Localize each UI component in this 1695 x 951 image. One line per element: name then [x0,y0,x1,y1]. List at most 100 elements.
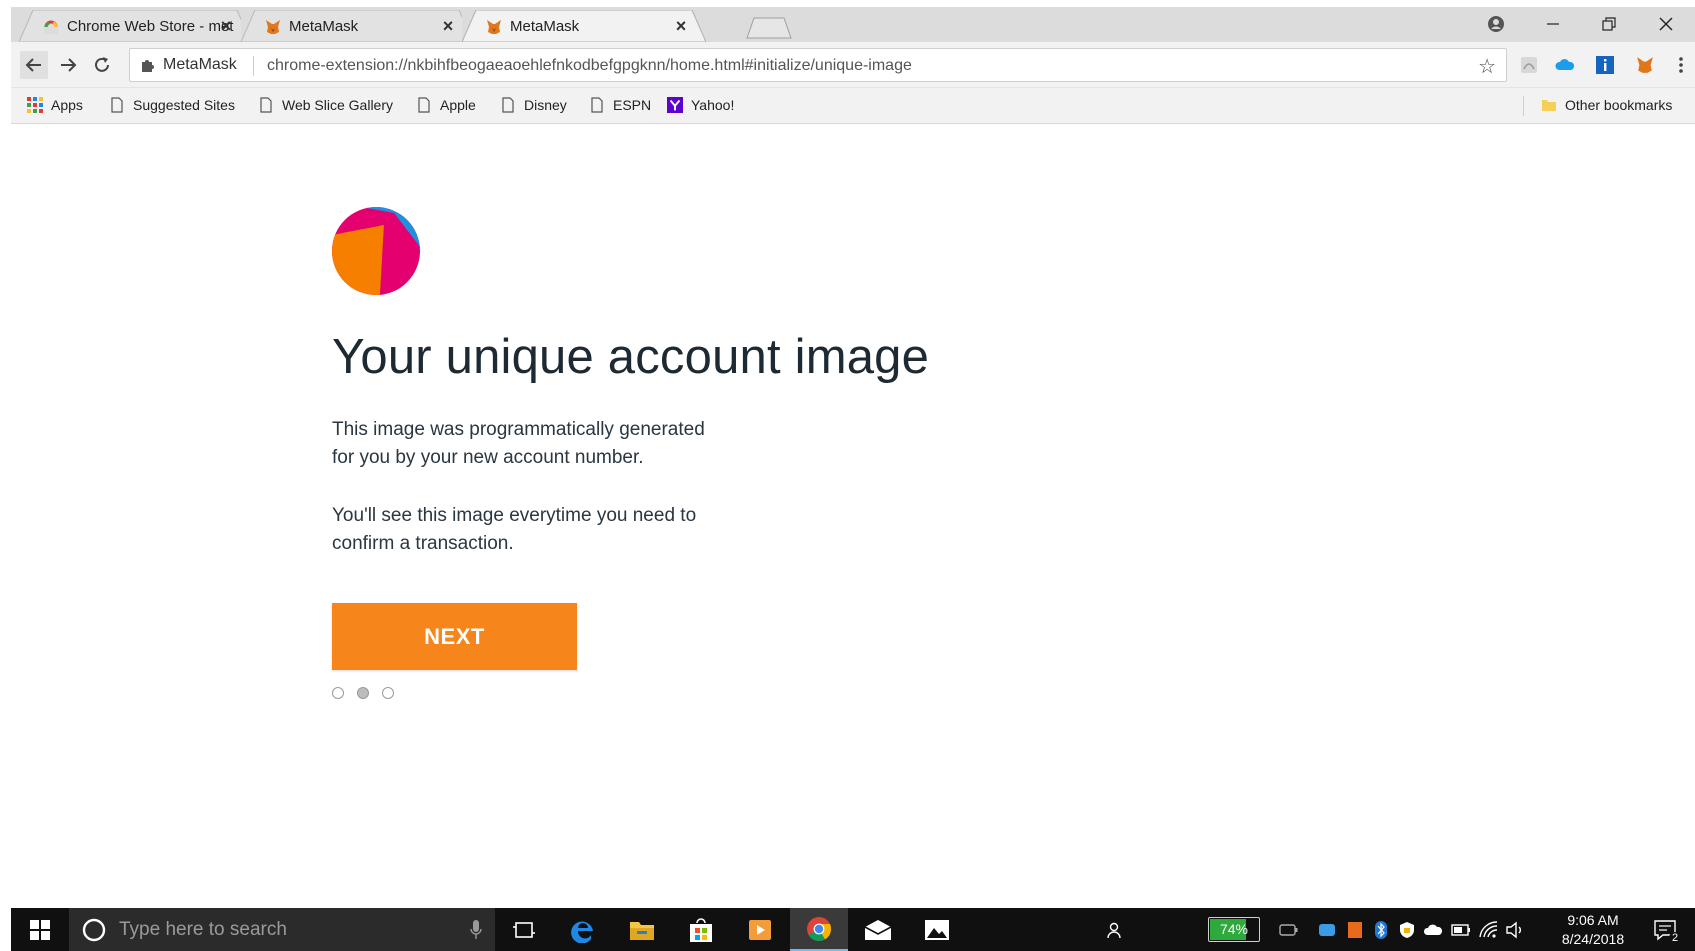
metamask-page: Your unique account image This image was… [11,125,1695,908]
metamask-extension-icon[interactable] [1635,55,1655,75]
extension-puzzle-icon [140,57,156,78]
description-line: confirm a transaction. [332,533,514,554]
acrobat-extension-icon[interactable] [1519,55,1539,75]
bookmarks-divider [1523,96,1524,116]
tab-close-icon[interactable]: × [217,16,235,37]
apps-grid-icon [27,97,43,113]
metamask-fox-icon [486,19,502,35]
bookmark-label: Apple [440,97,476,113]
restore-icon[interactable] [1594,11,1624,37]
bookmark-label: Disney [524,97,567,113]
bluetooth-icon[interactable] [1371,920,1391,940]
bookmark-star-icon[interactable]: ☆ [1478,54,1496,79]
chrome-menu-icon[interactable] [1671,55,1691,75]
back-arrow-icon[interactable] [20,51,48,79]
cortana-circle-icon [81,917,107,948]
step-dot-2-current[interactable] [357,687,369,699]
tab-title: Chrome Web Store - met [67,18,234,35]
clock-date: 8/24/2018 [1561,931,1625,947]
power-plug-icon[interactable] [1279,920,1299,940]
browser-toolbar: MetaMask chrome-extension://nkbihfbeogae… [11,42,1695,88]
bookmark-label: Apps [51,97,83,113]
chrome-taskbar-icon[interactable] [790,908,848,951]
cloud-extension-icon[interactable] [1555,55,1575,75]
page-icon [589,97,605,113]
description-paragraph-1: This image was programmatically generate… [332,416,772,472]
microsoft-store-icon[interactable] [672,908,730,951]
step-dot-3[interactable] [382,687,394,699]
bookmark-disney[interactable]: Disney [500,97,567,113]
browser-window: Chrome Web Store - met × MetaMask × Meta… [11,7,1695,908]
omnibox-site-label: MetaMask [163,56,237,73]
description-paragraph-2: You'll see this image everytime you need… [332,502,772,558]
description-line: This image was programmatically generate… [332,419,705,440]
bookmark-label: Suggested Sites [133,97,235,113]
profile-icon[interactable] [1481,11,1511,37]
forward-arrow-icon[interactable] [54,51,82,79]
windows-taskbar: Type here to search 74% 9:06 AM 8/24/201… [11,908,1695,951]
battery-indicator[interactable]: 74% [1208,917,1260,942]
microphone-icon[interactable] [469,919,483,946]
battery-percent: 74% [1219,921,1249,937]
orange-app-icon[interactable] [1345,920,1365,940]
battery-tray-icon[interactable] [1451,920,1471,940]
bookmark-suggested-sites[interactable]: Suggested Sites [109,97,235,113]
task-view-icon[interactable] [495,908,553,951]
notification-count: 2 [1669,932,1681,944]
bookmark-label: Web Slice Gallery [282,97,394,113]
mail-icon[interactable] [849,908,907,951]
edge-browser-icon[interactable] [555,908,613,951]
reload-icon[interactable] [88,51,116,79]
volume-icon[interactable] [1505,920,1525,940]
tab-metamask-active[interactable]: MetaMask × [462,10,706,42]
media-player-icon[interactable] [731,908,789,951]
search-placeholder: Type here to search [119,919,287,940]
bookmark-label: Yahoo! [691,97,735,113]
info-extension-icon[interactable] [1595,55,1615,75]
tab-chrome-web-store[interactable]: Chrome Web Store - met × [19,10,251,42]
page-icon [109,97,125,113]
taskbar-search-box[interactable]: Type here to search [69,908,495,951]
bookmark-label: Other bookmarks [1565,97,1673,113]
photos-icon[interactable] [908,908,966,951]
close-window-icon[interactable] [1651,11,1681,37]
people-icon[interactable] [1104,920,1124,940]
page-icon [416,97,432,113]
page-icon [258,97,274,113]
taskbar-clock[interactable]: 9:06 AM 8/24/2018 [1551,911,1635,949]
other-bookmarks[interactable]: Other bookmarks [1541,97,1672,113]
account-identicon [332,207,420,295]
omnibox-separator [253,56,254,76]
bookmarks-bar: Apps Suggested Sites Web Slice Gallery A… [11,88,1695,124]
folder-icon [1541,97,1557,113]
bookmark-apps[interactable]: Apps [27,97,83,113]
windows-start-icon[interactable] [11,908,69,951]
tab-close-icon[interactable]: × [672,16,690,37]
wifi-icon[interactable] [1479,920,1499,940]
step-dot-1[interactable] [332,687,344,699]
tab-metamask-1[interactable]: MetaMask × [241,10,473,42]
tab-title: MetaMask [289,18,359,35]
address-bar[interactable]: MetaMask chrome-extension://nkbihfbeogae… [129,48,1507,82]
action-center-icon[interactable]: 2 [1651,920,1681,944]
chrome-web-store-icon [43,19,59,35]
bookmark-espn[interactable]: ESPN [589,97,651,113]
bookmark-apple[interactable]: Apple [416,97,476,113]
security-shield-icon[interactable] [1397,920,1417,940]
page-icon [500,97,516,113]
file-explorer-icon[interactable] [613,908,671,951]
bookmark-label: ESPN [613,97,652,113]
bookmark-web-slice-gallery[interactable]: Web Slice Gallery [258,97,393,113]
new-tab-button[interactable] [746,17,792,39]
next-button[interactable]: NEXT [332,603,577,670]
step-indicator [332,687,394,699]
tab-title: MetaMask [510,18,580,35]
bookmark-yahoo[interactable]: Yahoo! [667,97,734,113]
onedrive-cloud-icon[interactable] [1423,920,1443,940]
omnibox-url[interactable]: chrome-extension://nkbihfbeogaeaoehlefnk… [267,57,912,75]
yahoo-icon [667,97,683,113]
page-title: Your unique account image [332,330,930,384]
minimize-icon[interactable] [1538,11,1568,37]
onedrive-blue-icon[interactable] [1317,920,1337,940]
tab-close-icon[interactable]: × [439,16,457,37]
